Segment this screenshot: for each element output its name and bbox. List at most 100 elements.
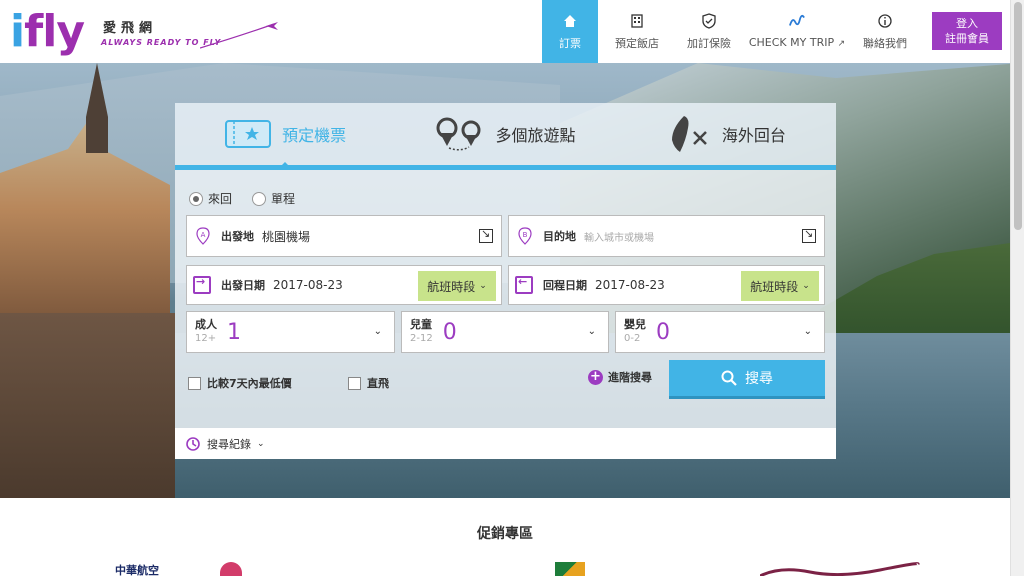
nav-item-insurance[interactable]: 加訂保險: [676, 0, 742, 63]
trip-icon: [789, 14, 805, 30]
checkbox-label: 比較7天內最低價: [207, 377, 292, 390]
swap-expand-icon[interactable]: [802, 227, 816, 243]
checkbox-box: [348, 376, 361, 390]
time-slot-label: 航班時段: [427, 279, 476, 294]
search-icon: [721, 370, 737, 386]
origin-label: 出發地: [221, 230, 254, 243]
radio-label: 來回: [208, 192, 233, 206]
chevron-down-icon: ⌄: [373, 326, 382, 337]
tab-label: 多個旅遊點: [495, 126, 576, 145]
return-time-slot-dropdown[interactable]: 航班時段 ⌄: [741, 271, 819, 301]
chevron-down-icon: ⌄: [803, 326, 812, 337]
tab-multi-city[interactable]: 多個旅遊點: [395, 103, 615, 165]
chevron-down-icon: ⌄: [587, 326, 596, 337]
calendar-return-icon: [515, 275, 533, 294]
tab-return-to-taiwan[interactable]: 海外回台: [616, 103, 836, 165]
partner-logo-eva[interactable]: [555, 562, 585, 576]
depart-time-slot-dropdown[interactable]: 航班時段 ⌄: [418, 271, 496, 301]
home-icon: [562, 13, 578, 29]
plane-swoosh-icon: [200, 22, 278, 49]
login-register-button[interactable]: 登入 註冊會員: [932, 12, 1002, 50]
return-date-field[interactable]: 回程日期 2017-08-23 航班時段 ⌄: [508, 265, 825, 305]
qatar-logo-icon: [760, 562, 920, 576]
direct-flight-checkbox[interactable]: 直飛: [348, 375, 389, 391]
adult-value: 1: [227, 319, 241, 345]
nav-label: CHECK MY TRIP ↗: [748, 36, 846, 49]
main-nav: 訂票 預定飯店 加訂保險 CHECK MY TRIP ↗ 聯絡我們: [542, 0, 918, 63]
time-slot-label: 航班時段: [750, 279, 799, 294]
depart-date-field[interactable]: 出發日期 2017-08-23 航班時段 ⌄: [186, 265, 502, 305]
radio-dot: [189, 191, 203, 206]
child-label: 兒童 2-12: [410, 318, 433, 344]
origin-value: 桃園機場: [262, 229, 311, 244]
logo-wordmark: ifly: [10, 6, 85, 57]
nav-item-check-my-trip[interactable]: CHECK MY TRIP ↗: [742, 0, 852, 63]
shield-icon: [701, 12, 717, 29]
tab-label: 海外回台: [721, 126, 786, 145]
partner-logo-china-airlines[interactable]: 中華航空: [115, 562, 159, 576]
radio-label: 單程: [271, 192, 296, 206]
chevron-down-icon: ⌄: [802, 281, 810, 291]
advanced-search-link[interactable]: + 進階搜尋: [588, 369, 652, 385]
checkbox-box: [188, 376, 201, 390]
search-label: 搜尋: [745, 371, 773, 387]
search-tabs: 預定機票 多個旅遊點 海外回台: [175, 103, 836, 170]
checkbox-label: 直飛: [367, 377, 389, 390]
nav-item-hotel[interactable]: 預定飯店: [598, 0, 676, 63]
depart-label: 出發日期: [221, 279, 265, 292]
search-button[interactable]: 搜尋: [669, 360, 825, 399]
tab-label: 預定機票: [282, 126, 347, 145]
church-tower: [86, 63, 108, 153]
partner-logo-plum-blossom[interactable]: [220, 562, 242, 576]
radio-one-way[interactable]: 單程: [252, 190, 295, 207]
depart-value: 2017-08-23: [273, 278, 343, 292]
history-label: 搜尋紀錄: [207, 437, 251, 451]
nav-label: 訂票: [559, 36, 581, 50]
promo-section-title: 促銷專區: [477, 526, 533, 542]
nav-item-contact[interactable]: 聯絡我們: [852, 0, 918, 63]
history-icon: [186, 436, 200, 451]
search-form: 來回 單程 A 出發地 桃園機場 B 目的地 輸入城市或機場 出發日期 2017…: [175, 170, 836, 428]
tab-book-flight[interactable]: 預定機票: [175, 103, 395, 170]
pin-a-icon: A: [196, 227, 210, 245]
destination-placeholder: 輸入城市或機場: [584, 232, 654, 244]
map-pins-icon: [436, 117, 481, 151]
adult-label: 成人 12+: [195, 318, 217, 344]
radio-dot: [252, 191, 267, 206]
origin-field[interactable]: A 出發地 桃園機場: [186, 215, 502, 257]
pin-b-icon: B: [518, 227, 532, 245]
brand-logo[interactable]: ifly 愛飛網 ALWAYS READY TO FLY: [10, 6, 280, 58]
search-history-toggle[interactable]: 搜尋紀錄 ⌄: [175, 428, 836, 459]
swap-expand-icon[interactable]: [479, 227, 493, 243]
login-label: 登入: [956, 17, 978, 30]
plus-circle-icon: +: [588, 369, 603, 385]
advanced-label: 進階搜尋: [608, 371, 652, 384]
child-count-select[interactable]: 兒童 2-12 0 ⌄: [401, 311, 609, 353]
infant-count-select[interactable]: 嬰兒 0-2 0 ⌄: [615, 311, 825, 353]
chevron-down-icon: ⌄: [257, 438, 265, 449]
compare-7days-checkbox[interactable]: 比較7天內最低價: [188, 375, 292, 391]
nav-label: 聯絡我們: [863, 36, 907, 50]
radio-round-trip[interactable]: 來回: [189, 190, 232, 207]
page-scrollbar[interactable]: [1010, 0, 1024, 576]
nav-label: 預定飯店: [615, 36, 659, 50]
trip-type-selector: 來回 單程: [189, 190, 295, 207]
site-header: ifly 愛飛網 ALWAYS READY TO FLY 訂票 預定飯店 加訂保…: [0, 0, 1010, 63]
infant-value: 0: [656, 319, 670, 345]
taiwan-plane-icon: [671, 116, 707, 152]
destination-field[interactable]: B 目的地 輸入城市或機場: [508, 215, 825, 257]
info-icon: [877, 13, 893, 29]
adult-count-select[interactable]: 成人 12+ 1 ⌄: [186, 311, 395, 353]
ticket-icon: [225, 120, 272, 148]
nav-item-tickets[interactable]: 訂票: [542, 0, 598, 63]
flight-search-panel: 預定機票 多個旅遊點 海外回台 來回 單程 A 出發地 桃園機場 ↘ B 目的地…: [175, 103, 836, 459]
child-value: 0: [442, 319, 457, 345]
svg-text:A: A: [201, 231, 206, 239]
partner-logo-qatar[interactable]: [760, 562, 920, 576]
logo-chinese-name: 愛飛網: [103, 21, 158, 36]
wooden-dock: [0, 313, 175, 498]
return-value: 2017-08-23: [595, 278, 665, 292]
scrollbar-thumb[interactable]: [1014, 2, 1022, 230]
chevron-down-icon: ⌄: [479, 281, 487, 291]
return-label: 回程日期: [543, 279, 587, 292]
